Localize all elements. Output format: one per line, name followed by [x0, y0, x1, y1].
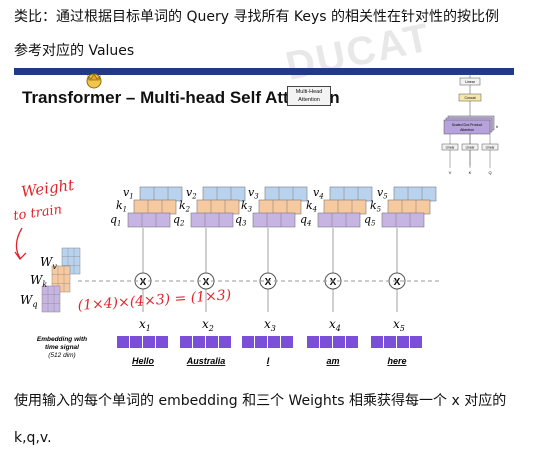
x-label: x3 — [264, 317, 276, 333]
v-vector — [393, 186, 437, 202]
k-vector — [196, 199, 240, 215]
arch-linear-q-label: Linear — [486, 146, 496, 150]
v-label: v1 — [123, 186, 134, 201]
x-label: x4 — [329, 317, 341, 333]
explanation-line-2: 参考对应的 Values — [14, 43, 135, 59]
k-label: k5 — [370, 199, 382, 214]
weight-matrix-wq — [41, 285, 61, 313]
word-label: Hello — [132, 356, 155, 366]
embedding-vector — [117, 336, 168, 348]
multiply-symbol: X — [203, 277, 210, 288]
word-label: am — [326, 356, 339, 366]
x-label: x1 — [139, 317, 151, 333]
word-column: v4k4q4 Xx4 am — [300, 186, 373, 366]
multiply-symbol: X — [265, 277, 272, 288]
embedding-vector — [307, 336, 358, 348]
q-vector — [252, 212, 296, 228]
k-vector — [323, 199, 367, 215]
arch-concat-label: Concat — [464, 96, 475, 100]
q-vector — [190, 212, 234, 228]
word-column: v5k5q5 Xx5 here — [364, 186, 437, 366]
k-label: k1 — [116, 199, 127, 214]
annotation-arrow-icon — [14, 227, 27, 261]
v-vector — [139, 186, 183, 202]
wq-label: Wq — [20, 293, 37, 309]
q-vector — [317, 212, 361, 228]
arch-sdpa-label-2: Attention — [460, 128, 474, 132]
multi-head-architecture-diagram: Linear Concat Scaled Dot-Product Attenti… — [441, 74, 499, 175]
self-attention-diagram: v1k1q1 Xx1 Hello v2k2q2 Xx2 Australia v3k3q3 Xx… — [12, 176, 440, 366]
v-label: v2 — [186, 186, 197, 201]
k-vector — [387, 199, 431, 215]
v-vector — [202, 186, 246, 202]
embedding-vector — [242, 336, 293, 348]
v-label: v4 — [313, 186, 324, 201]
multiply-symbol: X — [394, 277, 401, 288]
explanation-line-3: 使用输入的每个单词的 embedding 和三个 Weights 相乘获得每一个… — [14, 393, 507, 409]
mh-line-2: Attention — [298, 97, 320, 103]
x-label: x5 — [393, 317, 405, 333]
multiply-symbol: X — [140, 277, 147, 288]
annotation-formula: (1×4)×(4×3) = (1×3) — [77, 287, 232, 314]
arch-linear-k-label: Linear — [466, 146, 476, 150]
word-label: Australia — [186, 356, 226, 366]
mh-line-1: Multi-Head — [295, 89, 323, 95]
q-vector — [381, 212, 425, 228]
wk-label: Wk — [30, 273, 47, 289]
q-label: q3 — [235, 213, 247, 228]
embedding-label-2: time signal — [45, 344, 79, 351]
q-label: q4 — [300, 213, 312, 228]
multi-head-attention-box: Multi-Head Attention — [287, 86, 331, 106]
v-label: v5 — [377, 186, 388, 201]
explanation-line-4: k,q,v. — [14, 430, 52, 446]
arch-h-label: h — [496, 124, 498, 129]
v-vector — [329, 186, 373, 202]
q-label: q1 — [110, 213, 122, 228]
k-label: k4 — [306, 199, 317, 214]
q-label: q5 — [364, 213, 376, 228]
q-vector — [127, 212, 171, 228]
k-label: k2 — [179, 199, 191, 214]
word-columns: v1k1q1 Xx1 Hello v2k2q2 Xx2 Australia v3k3q3 Xx… — [110, 186, 437, 366]
word-label: I — [267, 356, 270, 366]
arch-linear-top-label: Linear — [465, 80, 476, 84]
embedding-label-1: Embedding with — [37, 336, 87, 343]
k-vector — [258, 199, 302, 215]
word-label: here — [387, 356, 406, 366]
v-vector — [264, 186, 308, 202]
k-label: k3 — [241, 199, 253, 214]
watermark: DUCAT — [281, 15, 435, 89]
embedding-label-3: (512 dim) — [48, 352, 75, 359]
word-column: v3k3q3 Xx3 I — [235, 186, 308, 366]
word-column: v1k1q1 Xx1 Hello — [110, 186, 183, 366]
annotation-weight: Weight — [20, 176, 76, 201]
arch-sdpa-label-1: Scaled Dot-Product — [452, 123, 482, 127]
arch-linear-v-label: Linear — [446, 146, 456, 150]
k-vector — [133, 199, 177, 215]
v-label: v3 — [248, 186, 259, 201]
wv-label: Wv — [40, 255, 57, 271]
embedding-vector — [371, 336, 422, 348]
q-label: q2 — [173, 213, 185, 228]
embedding-vector — [180, 336, 231, 348]
crown-logo-icon — [86, 73, 102, 89]
annotation-to-train: to train — [12, 202, 63, 224]
x-label: x2 — [202, 317, 214, 333]
multiply-symbol: X — [330, 277, 337, 288]
